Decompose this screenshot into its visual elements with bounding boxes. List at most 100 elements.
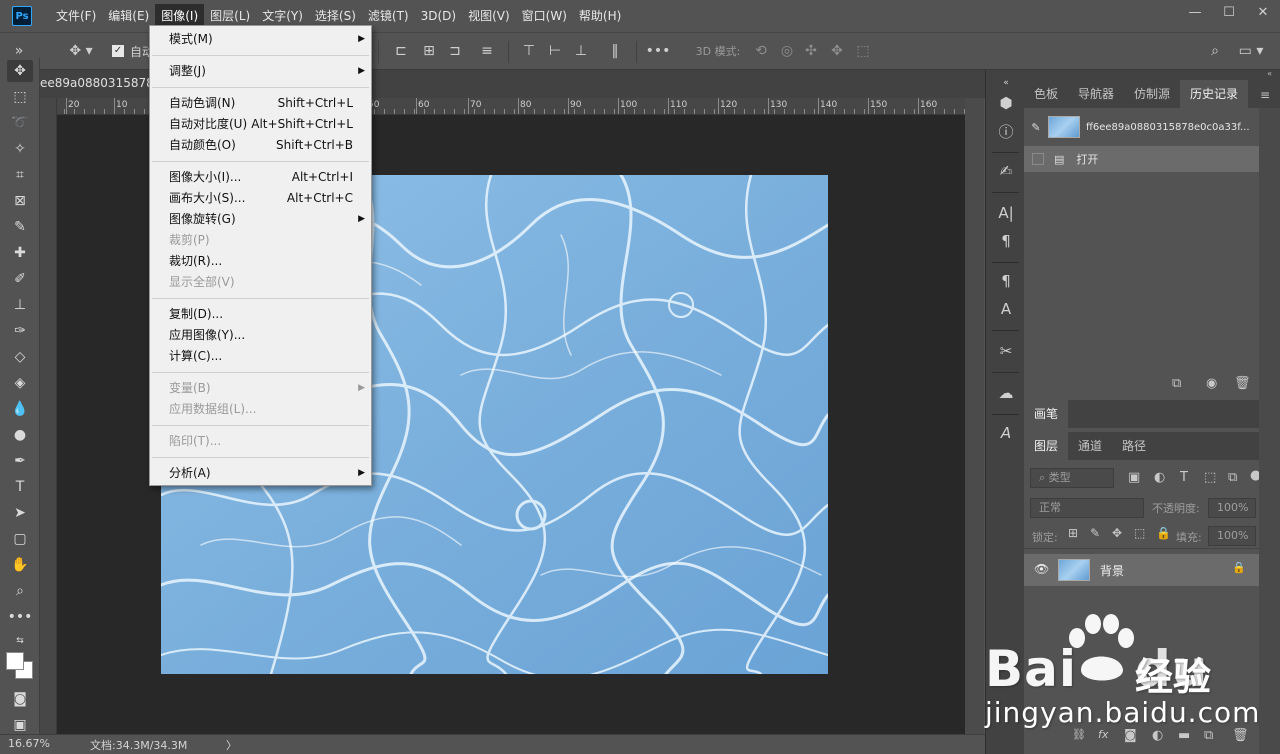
menu-window[interactable]: 窗口(W) xyxy=(516,4,573,28)
3d-panel-icon[interactable]: ⬢ xyxy=(994,92,1018,114)
align-right-icon[interactable]: ⊐ xyxy=(444,41,466,61)
info-icon[interactable]: ⓘ xyxy=(994,120,1018,142)
fill-field[interactable]: 100% xyxy=(1208,526,1256,546)
menu-view[interactable]: 视图(V) xyxy=(462,4,516,28)
menu-help[interactable]: 帮助(H) xyxy=(573,4,627,28)
zoom-tool-icon[interactable]: ⌕ xyxy=(7,580,33,602)
image-menu-item[interactable]: 图像旋转(G) ▶ xyxy=(150,209,371,230)
3d-roll-icon[interactable]: ◎ xyxy=(776,41,798,61)
screen-mode-icon[interactable]: ▣ xyxy=(7,714,33,736)
image-menu-item[interactable]: 模式(M) ▶ xyxy=(150,29,371,50)
lasso-tool-icon[interactable]: ➰ xyxy=(7,112,33,134)
3d-pan-icon[interactable]: ✣ xyxy=(800,41,822,61)
opacity-field[interactable]: 100% xyxy=(1208,498,1256,518)
image-menu-item[interactable]: 应用图像(Y)... xyxy=(150,325,371,346)
eyedropper-tool-icon[interactable]: ✎ xyxy=(7,216,33,238)
filter-pixel-icon[interactable]: ▣ xyxy=(1128,470,1140,485)
3d-slide-icon[interactable]: ✥ xyxy=(826,41,848,61)
hand-tool-icon[interactable]: ✋ xyxy=(7,554,33,576)
image-menu-item[interactable]: 陷印(T)... xyxy=(150,431,371,452)
image-menu-item[interactable]: 画布大小(S)... Alt+Ctrl+C xyxy=(150,188,371,209)
tool-presets-icon[interactable]: ✂ xyxy=(994,340,1018,362)
pen-tool-icon[interactable]: ✒ xyxy=(7,450,33,472)
clone-stamp-tool-icon[interactable]: ⊥ xyxy=(7,294,33,316)
3d-orbit-icon[interactable]: ⟲ xyxy=(750,41,772,61)
new-document-from-state-icon[interactable]: ⧉ xyxy=(1172,376,1181,391)
image-menu-item[interactable]: 裁切(R)... xyxy=(150,251,371,272)
tab-clone-source[interactable]: 仿制源 xyxy=(1124,80,1180,108)
menu-file[interactable]: 文件(F) xyxy=(50,4,102,28)
character-styles-icon[interactable]: A xyxy=(994,298,1018,320)
lock-transparent-icon[interactable]: ⊞ xyxy=(1068,526,1078,540)
align-bottom-icon[interactable]: ⊥ xyxy=(570,41,592,61)
tab-channels[interactable]: 通道 xyxy=(1068,432,1112,460)
3d-scale-icon[interactable]: ⬚ xyxy=(852,41,874,61)
healing-brush-tool-icon[interactable]: ✚ xyxy=(7,242,33,264)
tab-layers[interactable]: 图层 xyxy=(1024,432,1069,460)
image-menu-item[interactable]: 裁剪(P) xyxy=(150,230,371,251)
paint-bucket-tool-icon[interactable]: ◈ xyxy=(7,372,33,394)
image-menu-item[interactable]: 自动颜色(O) Shift+Ctrl+B xyxy=(150,135,371,156)
rectangle-tool-icon[interactable]: ▢ xyxy=(7,528,33,550)
blend-mode-dropdown[interactable]: 正常 xyxy=(1030,498,1144,518)
image-menu-item[interactable]: 应用数据组(L)... xyxy=(150,399,371,420)
libraries-icon[interactable]: ☁ xyxy=(994,382,1018,404)
dodge-tool-icon[interactable]: ● xyxy=(7,424,33,446)
visibility-eye-icon[interactable]: 👁 xyxy=(1034,562,1049,576)
filter-type-icon[interactable]: T xyxy=(1180,470,1188,485)
distribute-icon[interactable]: ≡ xyxy=(476,41,498,61)
delete-state-icon[interactable]: 🗑 xyxy=(1234,376,1251,391)
filter-adjustment-icon[interactable]: ◐ xyxy=(1154,470,1165,485)
history-brush-tool-icon[interactable]: ✑ xyxy=(7,320,33,342)
paragraph-panel-icon[interactable]: ¶ xyxy=(994,230,1018,252)
collapse-panels-icon[interactable]: « xyxy=(994,72,1018,94)
history-step-checkbox[interactable] xyxy=(1032,153,1044,165)
align-left-icon[interactable]: ⊏ xyxy=(390,41,412,61)
tab-navigator[interactable]: 导航器 xyxy=(1068,80,1124,108)
close-button[interactable]: ✕ xyxy=(1246,0,1280,24)
lock-artboard-icon[interactable]: ⬚ xyxy=(1134,526,1145,540)
crop-tool-icon[interactable]: ⌗ xyxy=(7,164,33,186)
foreground-color-swatch[interactable] xyxy=(6,652,24,670)
type-tool-icon[interactable]: T xyxy=(7,476,33,498)
paragraph-styles-icon[interactable]: ¶ xyxy=(994,270,1018,292)
move-tool-preset-icon[interactable]: ✥ ▾ xyxy=(62,41,100,61)
align-vcenter-icon[interactable]: ⊢ xyxy=(544,41,566,61)
lock-position-icon[interactable]: ✥ xyxy=(1112,526,1122,540)
menu-3d[interactable]: 3D(D) xyxy=(415,4,462,28)
edit-toolbar-icon[interactable]: ••• xyxy=(7,606,33,628)
image-menu-item[interactable]: 分析(A) ▶ xyxy=(150,463,371,484)
workspace-icon[interactable]: ▭ ▾ xyxy=(1234,41,1268,61)
image-menu-item[interactable]: 调整(J) ▶ xyxy=(150,61,371,82)
zoom-level[interactable]: 16.67% xyxy=(8,737,50,750)
character-panel-icon[interactable]: A| xyxy=(994,202,1018,224)
align-top-icon[interactable]: ⊤ xyxy=(518,41,540,61)
filter-smart-object-icon[interactable]: ⧉ xyxy=(1228,470,1237,485)
brush-settings-icon[interactable]: ✍ xyxy=(994,160,1018,182)
maximize-button[interactable]: ☐ xyxy=(1212,0,1246,24)
search-icon[interactable]: ⌕ xyxy=(1204,41,1226,61)
glyphs-icon[interactable]: A xyxy=(994,422,1018,444)
new-snapshot-icon[interactable]: ◉ xyxy=(1206,376,1217,391)
move-tool-icon[interactable]: ✥ xyxy=(7,60,33,82)
lock-pixels-icon[interactable]: ✎ xyxy=(1090,526,1100,540)
history-panel-menu-icon[interactable]: ≡ xyxy=(1260,88,1270,102)
image-menu-item[interactable]: 自动对比度(U) Alt+Shift+Ctrl+L xyxy=(150,114,371,135)
magic-wand-tool-icon[interactable]: ✧ xyxy=(7,138,33,160)
marquee-tool-icon[interactable]: ⬚ xyxy=(7,86,33,108)
tab-swatches[interactable]: 色板 xyxy=(1024,80,1068,108)
swap-colors-icon[interactable]: ⇆ xyxy=(7,630,33,652)
layer-row[interactable]: 👁 背景 🔒 xyxy=(1024,554,1259,586)
status-menu-arrow[interactable]: 〉 xyxy=(226,737,237,753)
menu-edit[interactable]: 编辑(E) xyxy=(102,4,155,28)
image-menu-item[interactable]: 变量(B) ▶ xyxy=(150,378,371,399)
eraser-tool-icon[interactable]: ◇ xyxy=(7,346,33,368)
image-menu-item[interactable]: 自动色调(N) Shift+Ctrl+L xyxy=(150,93,371,114)
image-menu-item[interactable]: 计算(C)... xyxy=(150,346,371,367)
minimize-button[interactable]: — xyxy=(1178,0,1212,24)
path-selection-tool-icon[interactable]: ➤ xyxy=(7,502,33,524)
history-step[interactable]: ▤ 打开 xyxy=(1024,146,1259,172)
brush-tool-icon[interactable]: ✐ xyxy=(7,268,33,290)
more-options-icon[interactable]: ••• xyxy=(646,41,671,61)
image-menu-item[interactable]: 复制(D)... xyxy=(150,304,371,325)
